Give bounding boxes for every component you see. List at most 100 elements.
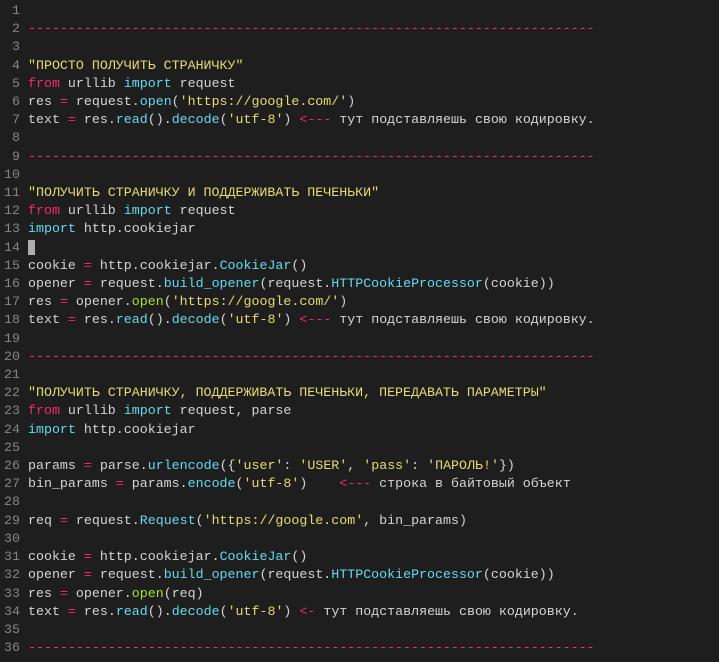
comma: ,	[236, 403, 244, 418]
code-line[interactable]: 16opener = request.build_opener(request.…	[0, 275, 719, 293]
object: request	[100, 276, 156, 291]
line-number: 1	[0, 2, 28, 20]
comment-text: строка в байтовый объект	[379, 476, 571, 491]
code-line[interactable]: 24import http.cookiejar	[0, 421, 719, 439]
code-line[interactable]: 7text = res.read().decode('utf-8') <--- …	[0, 111, 719, 129]
code-line[interactable]: 11"ПОЛУЧИТЬ СТРАНИЧКУ И ПОДДЕРЖИВАТЬ ПЕЧ…	[0, 184, 719, 202]
module-name: http	[100, 549, 132, 564]
line-number: 36	[0, 639, 28, 657]
argument: req	[172, 586, 196, 601]
operator-equals: =	[68, 312, 76, 327]
code-line[interactable]: 18text = res.read().decode('utf-8') <---…	[0, 311, 719, 329]
operator-equals: =	[84, 458, 92, 473]
module-name: cookiejar	[124, 221, 196, 236]
variable: res	[28, 294, 52, 309]
object: request	[267, 276, 323, 291]
code-line[interactable]: 5from urllib import request	[0, 75, 719, 93]
object: request	[100, 567, 156, 582]
line-number: 20	[0, 348, 28, 366]
code-line[interactable]: 27bin_params = params.encode('utf-8') <-…	[0, 475, 719, 493]
method: build_opener	[164, 276, 260, 291]
variable: cookie	[28, 258, 76, 273]
variable: cookie	[28, 549, 76, 564]
class-name: HTTPCookieProcessor	[331, 567, 483, 582]
line-number: 30	[0, 530, 28, 548]
line-number: 6	[0, 93, 28, 111]
method: open	[132, 586, 164, 601]
code-line[interactable]: 28	[0, 493, 719, 511]
line-number: 2	[0, 20, 28, 38]
method: urlencode	[148, 458, 220, 473]
line-number: 15	[0, 257, 28, 275]
line-number: 17	[0, 293, 28, 311]
method: open	[132, 294, 164, 309]
object: res	[84, 112, 108, 127]
code-line[interactable]: 17res = opener.open('https://google.com/…	[0, 293, 719, 311]
operator-equals: =	[60, 294, 68, 309]
operator-equals: =	[84, 567, 92, 582]
code-line[interactable]: 6res = request.open('https://google.com/…	[0, 93, 719, 111]
code-line[interactable]: 29req = request.Request('https://google.…	[0, 512, 719, 530]
line-number: 31	[0, 548, 28, 566]
code-line[interactable]: 19	[0, 330, 719, 348]
module-name: cookiejar	[124, 422, 196, 437]
line-number: 14	[0, 239, 28, 257]
class-name: HTTPCookieProcessor	[331, 276, 483, 291]
code-line[interactable]: 13import http.cookiejar	[0, 220, 719, 238]
module-name: urllib	[68, 403, 116, 418]
code-line[interactable]: 20--------------------------------------…	[0, 348, 719, 366]
variable: req	[28, 513, 52, 528]
keyword-import: import	[124, 203, 172, 218]
line-number: 9	[0, 148, 28, 166]
code-line[interactable]: 3	[0, 38, 719, 56]
variable: bin_params	[28, 476, 108, 491]
method: encode	[188, 476, 236, 491]
method: decode	[172, 604, 220, 619]
code-line[interactable]: 32opener = request.build_opener(request.…	[0, 566, 719, 584]
code-line[interactable]: 26params = parse.urlencode({'user': 'USE…	[0, 457, 719, 475]
code-line[interactable]: 1	[0, 2, 719, 20]
code-line[interactable]: 21	[0, 366, 719, 384]
variable: res	[28, 586, 52, 601]
method: open	[140, 94, 172, 109]
variable: text	[28, 312, 60, 327]
string-literal: 'ПАРОЛЬ!'	[427, 458, 499, 473]
code-line[interactable]: 31cookie = http.cookiejar.CookieJar()	[0, 548, 719, 566]
module-name: request	[180, 203, 236, 218]
code-line[interactable]: 25	[0, 439, 719, 457]
code-line[interactable]: 35	[0, 621, 719, 639]
method: build_opener	[164, 567, 260, 582]
code-line[interactable]: 36--------------------------------------…	[0, 639, 719, 657]
keyword-from: from	[28, 203, 60, 218]
line-number: 33	[0, 585, 28, 603]
keyword-import: import	[28, 422, 76, 437]
code-line[interactable]: 14	[0, 239, 719, 257]
keyword-from: from	[28, 403, 60, 418]
code-line[interactable]: 23from urllib import request, parse	[0, 402, 719, 420]
variable: text	[28, 604, 60, 619]
method: decode	[172, 112, 220, 127]
module-name: request	[180, 403, 236, 418]
object: res	[84, 312, 108, 327]
code-line[interactable]: 9---------------------------------------…	[0, 148, 719, 166]
code-editor[interactable]: 1 2-------------------------------------…	[0, 0, 719, 657]
code-line[interactable]: 12from urllib import request	[0, 202, 719, 220]
code-line[interactable]: 10	[0, 166, 719, 184]
module-name: request	[180, 76, 236, 91]
class-name: Request	[140, 513, 196, 528]
code-line[interactable]: 34text = res.read().decode('utf-8') <- т…	[0, 603, 719, 621]
line-number: 25	[0, 439, 28, 457]
argument: bin_params	[379, 513, 459, 528]
operator-equals: =	[68, 112, 76, 127]
code-line[interactable]: 8	[0, 129, 719, 147]
variable: text	[28, 112, 60, 127]
line-number: 11	[0, 184, 28, 202]
code-line[interactable]: 4"ПРОСТО ПОЛУЧИТЬ СТРАНИЧКУ"	[0, 57, 719, 75]
code-line[interactable]: 15cookie = http.cookiejar.CookieJar()	[0, 257, 719, 275]
module-name: cookiejar	[140, 549, 212, 564]
code-line[interactable]: 2---------------------------------------…	[0, 20, 719, 38]
code-line[interactable]: 30	[0, 530, 719, 548]
code-line[interactable]: 33res = opener.open(req)	[0, 585, 719, 603]
object: params	[132, 476, 180, 491]
code-line[interactable]: 22"ПОЛУЧИТЬ СТРАНИЧКУ, ПОДДЕРЖИВАТЬ ПЕЧЕ…	[0, 384, 719, 402]
